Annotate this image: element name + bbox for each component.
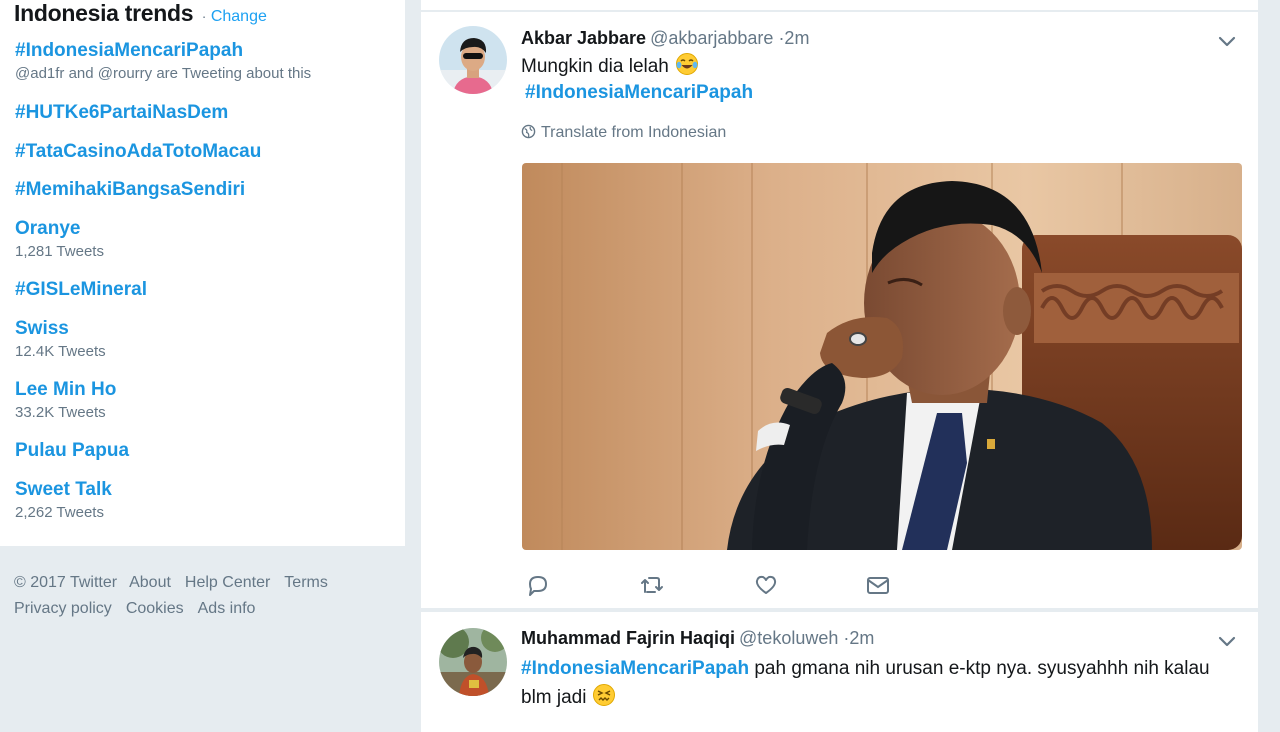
author-username[interactable]: @tekoluweh xyxy=(739,628,838,648)
trend-item[interactable]: Oranye 1,281 Tweets xyxy=(15,218,104,262)
tweet-header: Akbar Jabbare @akbarjabbare ·2m xyxy=(521,28,809,49)
hashtag-link[interactable]: #IndonesiaMencariPapah xyxy=(521,658,749,679)
trend-item[interactable]: Sweet Talk 2,262 Tweets xyxy=(15,479,112,523)
trend-item[interactable]: #TataCasinoAdaTotoMacau xyxy=(15,141,261,163)
avatar[interactable] xyxy=(439,26,507,94)
trend-name[interactable]: Oranye xyxy=(15,218,104,240)
tweet-actions xyxy=(525,572,1025,598)
trends-header: Indonesia trends · Change xyxy=(14,0,267,30)
footer-link-help-center[interactable]: Help Center xyxy=(185,574,270,591)
tweet-text: #IndonesiaMencariPapah pah gmana nih uru… xyxy=(521,654,1241,712)
direct-message-envelope-icon[interactable] xyxy=(865,572,891,598)
footer-link-cookies[interactable]: Cookies xyxy=(126,600,184,617)
trend-meta: @ad1fr and @rourry are Tweeting about th… xyxy=(15,65,312,82)
hashtag-link[interactable]: #IndonesiaMencariPapah xyxy=(525,82,753,103)
trend-name[interactable]: Lee Min Ho xyxy=(15,379,116,401)
tweet[interactable]: Muhammad Fajrin Haqiqi @tekoluweh ·2m #In… xyxy=(421,612,1258,732)
persevering-face-icon xyxy=(592,683,616,707)
trend-item[interactable]: #HUTKe6PartaiNasDem xyxy=(15,102,228,124)
trends-change-link[interactable]: Change xyxy=(211,8,267,25)
trend-item[interactable]: Swiss 12.4K Tweets xyxy=(15,318,106,362)
trend-item[interactable]: #GISLeMineral xyxy=(15,279,147,301)
trend-item[interactable]: #MemihakiBangsaSendiri xyxy=(15,179,245,201)
chevron-down-icon[interactable] xyxy=(1216,630,1238,652)
footer-link-privacy-policy[interactable]: Privacy policy xyxy=(14,600,112,617)
trend-meta: 1,281 Tweets xyxy=(15,243,104,260)
reply-icon[interactable] xyxy=(525,572,551,598)
trend-name[interactable]: #GISLeMineral xyxy=(15,279,147,301)
stream-previous-item-edge xyxy=(421,0,1258,11)
trend-name[interactable]: Sweet Talk xyxy=(15,479,112,501)
author-fullname[interactable]: Muhammad Fajrin Haqiqi xyxy=(521,628,735,648)
trend-name[interactable]: #IndonesiaMencariPapah xyxy=(15,40,311,62)
tweet-timestamp[interactable]: ·2m xyxy=(778,28,809,48)
chevron-down-icon[interactable] xyxy=(1216,30,1238,52)
tweet[interactable]: Akbar Jabbare @akbarjabbare ·2m Mungkin d… xyxy=(421,12,1258,608)
trend-item[interactable]: Lee Min Ho 33.2K Tweets xyxy=(15,379,116,423)
trend-name[interactable]: #TataCasinoAdaTotoMacau xyxy=(15,141,261,163)
trends-separator: · xyxy=(201,8,207,24)
tweet-header: Muhammad Fajrin Haqiqi @tekoluweh ·2m xyxy=(521,628,874,649)
trend-meta: 2,262 Tweets xyxy=(15,504,104,521)
copyright: © 2017 Twitter xyxy=(14,574,118,591)
trend-name[interactable]: #HUTKe6PartaiNasDem xyxy=(15,102,228,124)
trend-item[interactable]: Pulau Papua xyxy=(15,440,129,462)
trend-meta: 12.4K Tweets xyxy=(15,343,106,360)
trends-title: Indonesia trends xyxy=(14,0,194,26)
translate-link[interactable]: Translate from Indonesian xyxy=(521,124,726,142)
footer-link-terms[interactable]: Terms xyxy=(284,574,328,591)
like-heart-icon[interactable] xyxy=(753,572,779,598)
site-footer: © 2017 Twitter About Help Center Terms Priv… xyxy=(14,570,394,622)
tweet-timestamp[interactable]: ·2m xyxy=(843,628,874,648)
footer-link-about[interactable]: About xyxy=(129,574,171,591)
globe-icon xyxy=(521,124,536,139)
author-username[interactable]: @akbarjabbare xyxy=(650,28,773,48)
trends-module: Indonesia trends · Change #IndonesiaMenc… xyxy=(0,0,405,546)
retweet-icon[interactable] xyxy=(639,572,665,598)
trend-meta: 33.2K Tweets xyxy=(15,404,106,421)
translate-label[interactable]: Translate from Indonesian xyxy=(541,124,726,141)
face-with-tears-of-joy-icon xyxy=(675,52,699,76)
trend-name[interactable]: Swiss xyxy=(15,318,106,340)
author-fullname[interactable]: Akbar Jabbare xyxy=(521,28,646,48)
avatar[interactable] xyxy=(439,628,507,696)
trend-name[interactable]: Pulau Papua xyxy=(15,440,129,462)
trend-name[interactable]: #MemihakiBangsaSendiri xyxy=(15,179,245,201)
tweet-hashtag-line: #IndonesiaMencariPapah xyxy=(525,82,753,104)
footer-link-ads-info[interactable]: Ads info xyxy=(198,600,256,617)
tweet-text: Mungkin dia lelah xyxy=(521,52,699,81)
tweet-text-content: Mungkin dia lelah xyxy=(521,56,669,77)
trend-item[interactable]: #IndonesiaMencariPapah @ad1fr and @rourr… xyxy=(15,40,311,84)
tweet-photo[interactable] xyxy=(522,163,1242,550)
